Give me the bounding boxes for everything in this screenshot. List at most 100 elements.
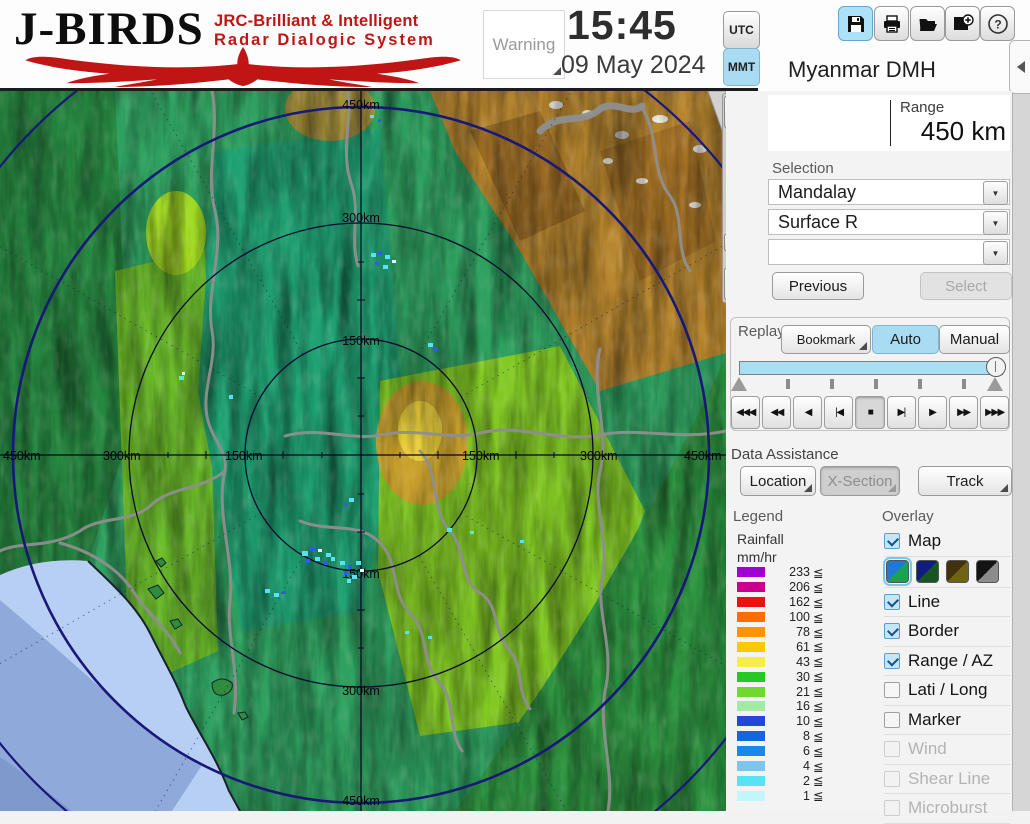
open-folder-button[interactable] xyxy=(910,6,945,41)
legend-entry: 206≦ xyxy=(733,580,878,595)
checkbox[interactable] xyxy=(884,653,900,669)
panel-scroll-strip[interactable] xyxy=(1012,88,1030,811)
selection-label: Selection xyxy=(772,160,834,177)
legend-quantity: Rainfall xyxy=(737,531,784,547)
slider-end-marker[interactable] xyxy=(987,377,1003,391)
dropdown-caret-icon[interactable]: ▼ xyxy=(983,211,1008,235)
legend-value: 162 xyxy=(765,595,810,609)
legend-entry: 100≦ xyxy=(733,610,878,625)
warning-button[interactable]: Warning xyxy=(483,10,565,79)
legend-color-swatch xyxy=(737,776,765,786)
play-button[interactable]: ▶ xyxy=(918,396,947,429)
svg-text:?: ? xyxy=(994,17,1001,31)
replay-auto-button[interactable]: Auto xyxy=(872,325,939,354)
forward-fast-button[interactable]: ▶▶▶ xyxy=(980,396,1009,429)
overlay-item-microburst[interactable]: Microburst xyxy=(884,794,1010,824)
legend-color-swatch xyxy=(737,627,765,637)
overlay-item-wind[interactable]: Wind xyxy=(884,735,1010,765)
overlay-item-label: Microburst xyxy=(908,798,987,818)
panel-collapse-button[interactable] xyxy=(1009,40,1030,94)
stop-button[interactable]: ■ xyxy=(855,396,884,429)
legend-entry: 162≦ xyxy=(733,595,878,610)
lte-symbol: ≦ xyxy=(813,565,823,580)
overlay-item-label: Range / AZ xyxy=(908,651,993,671)
radar-map-canvas: 450km 300km 150km 150km 300km 450km 450k… xyxy=(0,91,726,811)
step-last-button[interactable]: ▶| xyxy=(887,396,916,429)
add-image-button[interactable] xyxy=(945,6,980,41)
map-style-row xyxy=(884,557,1010,588)
legend-color-swatch xyxy=(737,672,765,682)
legend-value: 8 xyxy=(765,729,810,743)
overlay-item-label: Map xyxy=(908,531,941,551)
help-icon: ? xyxy=(987,13,1009,35)
lte-symbol: ≦ xyxy=(813,729,823,744)
legend-value: 4 xyxy=(765,759,810,773)
replay-slider-handle[interactable] xyxy=(986,357,1006,377)
slider-start-marker[interactable] xyxy=(731,377,747,391)
checkbox[interactable] xyxy=(884,682,900,698)
overlay-item-range-az[interactable]: Range / AZ xyxy=(884,647,1010,677)
overlay-item-label: Marker xyxy=(908,710,961,730)
radar-map[interactable]: 450km 300km 150km 150km 300km 450km 450k… xyxy=(0,91,726,811)
dropdown-product[interactable]: Surface R ▼ xyxy=(768,209,1010,235)
track-button[interactable]: Track xyxy=(918,466,1012,496)
legend-value: 78 xyxy=(765,625,810,639)
replay-slider-track[interactable] xyxy=(739,361,1003,375)
legend-value: 43 xyxy=(765,655,810,669)
legend-scale: 233≦206≦162≦100≦78≦61≦43≦30≦21≦16≦10≦8≦6… xyxy=(733,565,878,803)
overlay-item-label: Lati / Long xyxy=(908,680,987,700)
timezone-utc-button[interactable]: UTC xyxy=(723,11,760,49)
overlay-item-lati-long[interactable]: Lati / Long xyxy=(884,676,1010,706)
dropdown-caret-icon[interactable]: ▼ xyxy=(983,181,1008,205)
overlay-item-border[interactable]: Border xyxy=(884,617,1010,647)
legend-entry: 16≦ xyxy=(733,699,878,714)
checkbox[interactable] xyxy=(884,594,900,610)
legend-value: 61 xyxy=(765,640,810,654)
location-button[interactable]: Location xyxy=(740,466,816,496)
dropdown-caret-icon[interactable]: ▼ xyxy=(983,241,1008,265)
lte-symbol: ≦ xyxy=(813,639,823,654)
svg-text:150km: 150km xyxy=(462,449,500,463)
overlay-item-marker[interactable]: Marker xyxy=(884,706,1010,736)
overlay-item-shear-line[interactable]: Shear Line xyxy=(884,765,1010,795)
map-style-swatch-3[interactable] xyxy=(946,560,969,583)
dropdown-site[interactable]: Mandalay ▼ xyxy=(768,179,1010,205)
station-name: Myanmar DMH xyxy=(788,57,936,83)
map-style-swatch-1[interactable] xyxy=(886,560,909,583)
overlay-item-line[interactable]: Line xyxy=(884,588,1010,618)
replay-label: Replay xyxy=(738,323,785,340)
svg-text:450km: 450km xyxy=(3,449,41,463)
lte-symbol: ≦ xyxy=(813,654,823,669)
map-style-swatch-4[interactable] xyxy=(976,560,999,583)
play-reverse-button[interactable]: ◀ xyxy=(793,396,822,429)
checkbox[interactable] xyxy=(884,623,900,639)
step-first-button[interactable]: |◀ xyxy=(824,396,853,429)
forward-button[interactable]: ▶▶ xyxy=(949,396,978,429)
previous-button[interactable]: Previous xyxy=(772,272,864,300)
save-button[interactable] xyxy=(838,6,873,41)
map-style-swatch-2[interactable] xyxy=(916,560,939,583)
dropdown-extra[interactable]: ▼ xyxy=(768,239,1010,265)
lte-symbol: ≦ xyxy=(813,788,823,803)
legend-entry: 2≦ xyxy=(733,773,878,788)
select-button[interactable]: Select xyxy=(920,272,1012,300)
checkbox[interactable] xyxy=(884,712,900,728)
legend-entry: 1≦ xyxy=(733,788,878,803)
replay-manual-button[interactable]: Manual xyxy=(939,325,1010,354)
overlay-list: Map LineBorder Range / AZ Lati / Long Marker… xyxy=(884,527,1010,824)
legend-label: Legend xyxy=(733,508,783,525)
bookmark-button[interactable]: Bookmark xyxy=(781,325,871,354)
legend-color-swatch xyxy=(737,612,765,622)
collapse-left-icon xyxy=(1017,61,1025,73)
print-icon xyxy=(882,14,902,34)
x-section-button[interactable]: X-Section xyxy=(820,466,900,496)
rewind-button[interactable]: ◀◀ xyxy=(762,396,791,429)
legend-entry: 4≦ xyxy=(733,759,878,774)
overlay-item-map[interactable]: Map xyxy=(884,527,1010,557)
checkbox[interactable] xyxy=(884,533,900,549)
timezone-mmt-button[interactable]: MMT xyxy=(723,48,760,86)
print-button[interactable] xyxy=(874,6,909,41)
clock-time: 15:45 xyxy=(567,2,717,49)
rewind-fast-button[interactable]: ◀◀◀ xyxy=(731,396,760,429)
help-button[interactable]: ? xyxy=(980,6,1015,41)
